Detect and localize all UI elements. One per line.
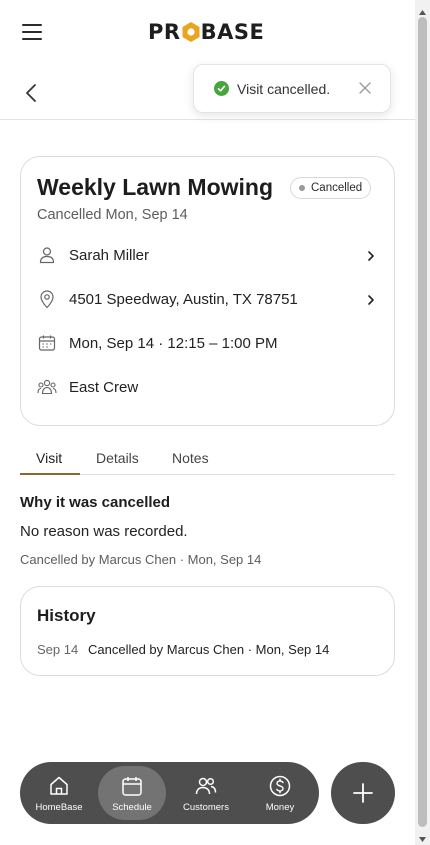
active-tab-indicator (20, 473, 80, 475)
cancellation-heading: Why it was cancelled (20, 494, 171, 511)
toast-notification: Visit cancelled. (193, 64, 391, 113)
chevron-right-icon (366, 249, 376, 261)
schedule-row: Mon, Sep 14 · 12:15 – 1:00 PM (37, 328, 380, 358)
history-entry-text: Cancelled by Marcus Chen · Mon, Sep 14 (88, 642, 330, 657)
status-dot-icon (299, 185, 305, 191)
history-entry-date: Sep 14 (37, 642, 79, 657)
hamburger-menu-icon[interactable] (22, 24, 42, 40)
visit-title: Weekly Lawn Mowing (37, 174, 273, 200)
toast-message: Visit cancelled. (237, 80, 331, 97)
scroll-down-arrow-icon[interactable] (418, 831, 427, 842)
nav-label: HomeBase (35, 802, 83, 813)
logo-text-left: PR (148, 20, 181, 44)
customer-row[interactable]: Sarah Miller (37, 240, 380, 270)
bottom-navigation: HomeBase Schedule Customers Money (20, 762, 319, 824)
nav-customers[interactable]: Customers (172, 766, 240, 820)
cancellation-meta: Cancelled by Marcus Chen · Mon, Sep 14 (20, 552, 262, 567)
visit-subtitle: Cancelled Mon, Sep 14 (37, 207, 188, 223)
add-button[interactable] (331, 762, 395, 824)
status-badge: Cancelled (290, 177, 372, 199)
tab-notes[interactable]: Notes (172, 450, 209, 475)
home-icon (47, 774, 71, 798)
visit-summary-card: Weekly Lawn Mowing Cancelled Cancelled M… (20, 156, 395, 426)
tab-details[interactable]: Details (96, 450, 139, 475)
crew-row: East Crew (37, 372, 380, 402)
chevron-right-icon (366, 293, 376, 305)
address-row[interactable]: 4501 Speedway, Austin, TX 78751 (37, 284, 380, 314)
customer-name: Sarah Miller (69, 246, 150, 264)
cancellation-reason: No reason was recorded. (20, 523, 188, 540)
back-arrow-icon[interactable] (22, 82, 42, 104)
top-bar: PR BASE (0, 0, 415, 62)
close-icon[interactable] (358, 81, 372, 95)
nav-money[interactable]: Money (246, 766, 314, 820)
nav-schedule[interactable]: Schedule (98, 766, 166, 820)
history-card: History Sep 14 Cancelled by Marcus Chen … (20, 586, 395, 676)
scrollbar[interactable] (415, 0, 430, 845)
logo-hex-icon (182, 22, 200, 42)
nav-label: Money (265, 802, 295, 813)
history-title: History (37, 606, 96, 625)
calendar-icon (37, 333, 57, 353)
schedule-text: Mon, Sep 14 · 12:15 – 1:00 PM (69, 334, 278, 352)
crew-name: East Crew (69, 378, 139, 396)
scroll-up-arrow-icon[interactable] (418, 4, 427, 15)
crew-icon (37, 377, 57, 397)
nav-label: Schedule (112, 802, 152, 813)
map-pin-icon (37, 289, 57, 309)
visit-tabs: Visit Details Notes (20, 444, 395, 475)
status-label: Cancelled (311, 182, 363, 194)
check-circle-icon (214, 81, 229, 96)
calendar-icon (120, 774, 144, 798)
nav-homebase[interactable]: HomeBase (25, 766, 93, 820)
probase-logo[interactable]: PR BASE (148, 20, 264, 44)
person-icon (37, 245, 57, 265)
tab-visit[interactable]: Visit (36, 450, 62, 475)
scrollbar-thumb[interactable] (418, 17, 427, 827)
logo-text-right: BASE (200, 20, 265, 44)
nav-label: Customers (183, 802, 229, 813)
customers-icon (194, 774, 218, 798)
address-text: 4501 Speedway, Austin, TX 78751 (69, 290, 298, 308)
dollar-icon (268, 774, 292, 798)
plus-icon (353, 783, 373, 803)
